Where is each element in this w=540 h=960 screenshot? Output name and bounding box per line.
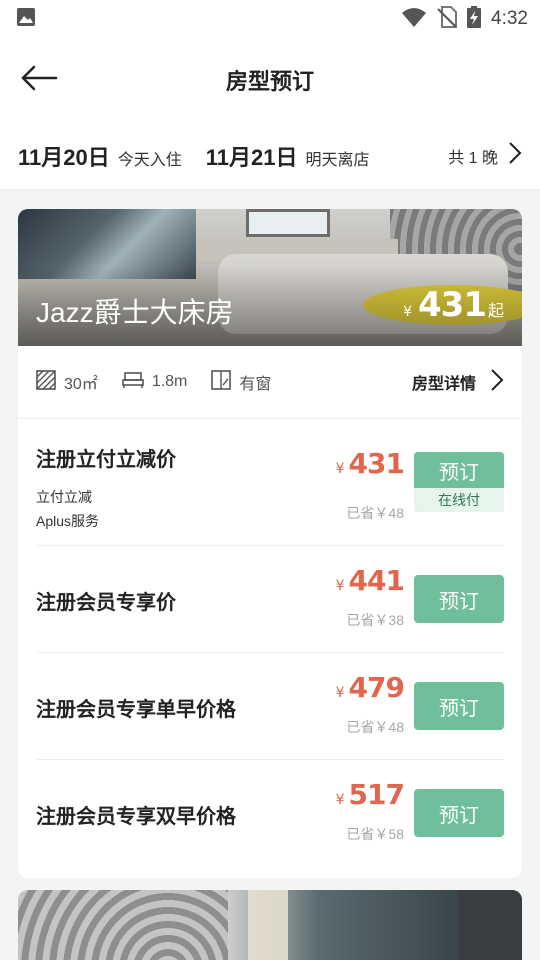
page-header: 房型预订: [0, 38, 540, 122]
back-button[interactable]: [20, 64, 64, 96]
back-arrow-icon: [20, 65, 58, 95]
rate-tag: 立付立减: [36, 489, 92, 505]
room-bed-value: 1.8m: [151, 373, 188, 390]
nights-label: 共 1 晚: [448, 149, 498, 167]
currency-symbol: ¥: [403, 304, 412, 320]
area-icon: [36, 369, 56, 395]
room-photo[interactable]: Jazz爵士大床房 ¥ 431 起: [18, 209, 522, 346]
room-price-value: 431: [418, 285, 487, 325]
book-button-label: 预订: [414, 452, 504, 488]
currency-symbol: ¥: [335, 792, 345, 808]
room-detail-label: 房型详情: [411, 376, 476, 393]
room-detail-link[interactable]: 房型详情: [412, 368, 504, 397]
date-selector[interactable]: 11月20日 今天入住 11月21日 明天离店 共 1 晚: [0, 122, 540, 190]
status-time: 4:32: [491, 8, 528, 29]
photo-wall-art: [18, 890, 228, 960]
room-meta: 30㎡ 1.8m 有窗 房型详情: [18, 346, 522, 419]
rate-name: 注册立付立减价: [36, 449, 176, 471]
photo-light: [248, 890, 288, 960]
chevron-right-icon: [490, 368, 504, 397]
rate-price: ¥ 517: [335, 778, 405, 811]
chevron-right-icon: [508, 141, 522, 170]
checkin-date-label: 今天入住: [117, 151, 182, 169]
rate-list: 注册立付立减价 立付立减 Aplus服务 ¥ 431 已省￥48 预订 在线付 …: [18, 419, 522, 867]
rate-price-value: 441: [348, 564, 405, 597]
window-icon: [211, 369, 232, 395]
rate-row: 注册会员专享双早价格 ¥ 517 已省￥58 预订: [36, 760, 504, 867]
rate-row: 注册会员专享价 ¥ 441 已省￥38 预订: [36, 546, 504, 653]
book-button[interactable]: 预订: [414, 682, 504, 730]
page-title: 房型预订: [225, 69, 314, 94]
rate-price-value: 517: [348, 778, 405, 811]
battery-charging-icon: [467, 6, 482, 32]
room-card: Jazz爵士大床房 ¥ 431 起 30㎡ 1.8m 有窗 房型详情 注册立付立…: [18, 209, 522, 878]
room-name: Jazz爵士大床房: [36, 297, 234, 328]
room-window-value: 有窗: [239, 376, 272, 393]
rate-saved: 已省￥48: [346, 719, 404, 735]
rate-name: 注册会员专享双早价格: [36, 806, 236, 828]
room-from-price: ¥ 431 起: [403, 285, 504, 325]
rate-name: 注册会员专享单早价格: [36, 699, 236, 721]
rate-price: ¥ 441: [335, 564, 405, 597]
photo-window: [246, 209, 330, 237]
rate-name: 注册会员专享价: [36, 592, 176, 614]
rate-price-value: 431: [348, 447, 405, 480]
currency-symbol: ¥: [335, 685, 345, 701]
rate-price: ¥ 479: [335, 671, 405, 704]
photo-shelf: [458, 890, 522, 960]
room-window: 有窗: [211, 369, 272, 395]
no-sim-icon: [437, 6, 458, 32]
checkin-date-value: 11月20日: [18, 144, 110, 170]
rate-price-value: 479: [348, 671, 405, 704]
rate-price: ¥ 431: [335, 447, 405, 480]
rate-saved: 已省￥48: [346, 505, 404, 521]
room-bed: 1.8m: [122, 371, 188, 394]
room-area: 30㎡: [36, 369, 98, 395]
rate-row: 注册会员专享单早价格 ¥ 479 已省￥48 预订: [36, 653, 504, 760]
book-button[interactable]: 预订: [414, 789, 504, 837]
rate-saved: 已省￥38: [346, 612, 404, 628]
room-area-value: 30㎡: [64, 376, 98, 393]
rate-row: 注册立付立减价 立付立减 Aplus服务 ¥ 431 已省￥48 预订 在线付: [36, 419, 504, 546]
checkout-date[interactable]: 11月21日 明天离店: [206, 140, 370, 172]
price-suffix: 起: [487, 301, 504, 320]
checkin-date[interactable]: 11月20日 今天入住: [18, 140, 182, 172]
book-button[interactable]: 预订 在线付: [414, 452, 504, 512]
checkout-date-value: 11月21日: [205, 144, 298, 170]
pay-online-label: 在线付: [414, 488, 504, 512]
rate-tag: Aplus服务: [36, 513, 100, 529]
next-room-photo[interactable]: [18, 890, 522, 960]
bed-icon: [122, 371, 144, 394]
rate-saved: 已省￥58: [346, 826, 404, 842]
currency-symbol: ¥: [335, 578, 345, 594]
checkout-date-label: 明天离店: [305, 151, 370, 169]
status-bar: 4:32: [0, 0, 540, 38]
image-icon: [16, 7, 36, 31]
book-button[interactable]: 预订: [414, 575, 504, 623]
nights-count[interactable]: 共 1 晚: [448, 141, 522, 170]
wifi-icon: [401, 7, 427, 31]
currency-symbol: ¥: [335, 461, 345, 477]
